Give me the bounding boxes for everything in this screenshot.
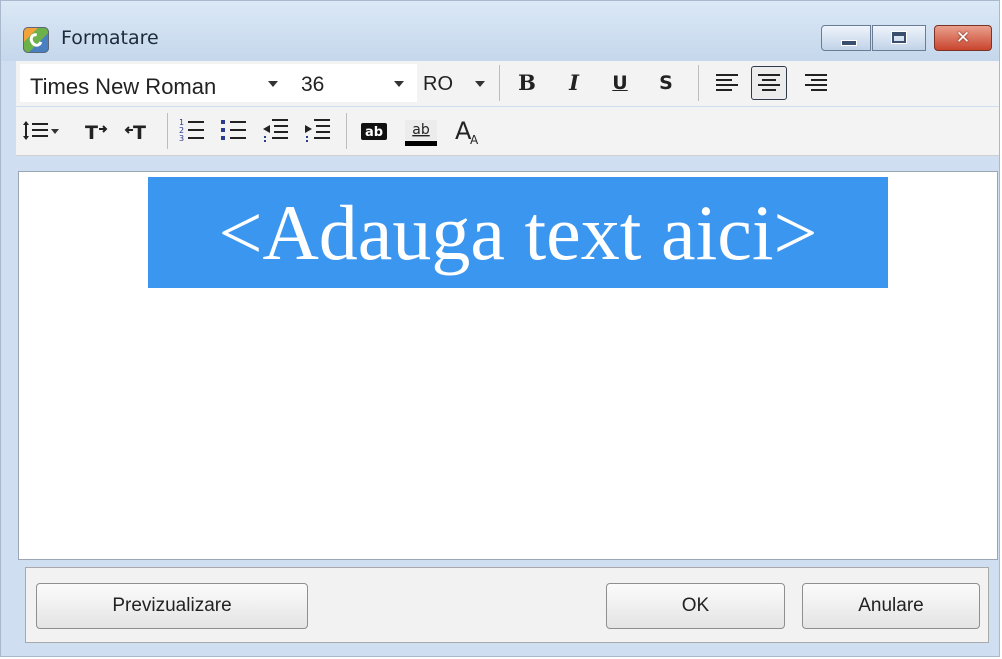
underline-button[interactable]: U (603, 67, 637, 99)
text-highlight-label: ab (412, 122, 430, 138)
text-highlight-icon: ab (405, 120, 437, 146)
align-right-icon (805, 74, 827, 91)
align-left-icon (716, 74, 738, 91)
toolbar-separator (346, 113, 347, 149)
selected-text[interactable]: <Adauga text aici> (148, 177, 888, 288)
increase-indent-button[interactable] (302, 114, 334, 148)
svg-text:T: T (85, 122, 98, 144)
minimize-icon (841, 40, 857, 46)
chevron-down-icon[interactable] (475, 81, 485, 87)
maximize-icon (891, 31, 907, 44)
subscript-button[interactable]: T (122, 114, 154, 148)
text-highlight-button[interactable]: ab (402, 114, 440, 148)
text-background-label: ab (365, 125, 383, 140)
chevron-down-icon[interactable] (394, 81, 404, 87)
text-background-icon: ab (361, 123, 387, 140)
ok-button[interactable]: OK (606, 583, 785, 629)
subscript-icon: T (124, 122, 146, 144)
language-value: RO (423, 73, 453, 95)
font-family-value: Times New Roman (30, 74, 217, 99)
preview-button[interactable]: Previzualizare (36, 583, 308, 629)
minimize-button[interactable] (821, 25, 871, 51)
text-editor[interactable]: <Adauga text aici> (18, 171, 998, 560)
title-bar[interactable]: Formatare ✕ (1, 1, 999, 61)
font-family-select[interactable]: Times New Roman (20, 64, 295, 102)
italic-button[interactable]: I (557, 67, 591, 99)
bulleted-list-icon (221, 120, 246, 140)
close-button[interactable]: ✕ (934, 25, 992, 51)
font-size-select[interactable]: 36 (291, 64, 417, 102)
button-bar: Previzualizare OK Anulare (25, 567, 989, 643)
formatting-dialog: Formatare ✕ Times New Roman 36 RO B I U … (0, 0, 1000, 657)
align-center-icon (758, 74, 780, 91)
increase-indent-icon (305, 119, 330, 144)
close-icon: ✕ (955, 28, 971, 48)
line-spacing-button[interactable] (20, 114, 62, 148)
font-size-icon: A A (455, 117, 479, 147)
align-right-button[interactable] (798, 66, 834, 100)
bold-button[interactable]: B (510, 67, 544, 99)
chevron-down-icon[interactable] (268, 81, 278, 87)
text-background-button[interactable]: ab (358, 114, 390, 148)
decrease-indent-button[interactable] (260, 114, 292, 148)
superscript-icon: T (85, 122, 108, 144)
strikethrough-button[interactable]: S (649, 67, 683, 99)
svg-text:3: 3 (179, 134, 184, 143)
svg-text:T: T (133, 122, 146, 144)
superscript-button[interactable]: T (80, 114, 112, 148)
toolbar-separator (499, 65, 500, 101)
cancel-button[interactable]: Anulare (802, 583, 980, 629)
decrease-indent-icon (263, 119, 288, 144)
numbered-list-icon: 123 (179, 118, 204, 143)
toolbar-separator (698, 65, 699, 101)
font-size-button[interactable]: A A (452, 114, 488, 148)
maximize-button[interactable] (872, 25, 926, 51)
app-icon (23, 27, 49, 53)
window-title: Formatare (61, 27, 159, 49)
line-spacing-icon (23, 121, 59, 140)
align-left-button[interactable] (709, 66, 745, 100)
toolbar-separator (167, 113, 168, 149)
formatting-toolbar: Times New Roman 36 RO B I U S (16, 61, 999, 106)
numbered-list-button[interactable]: 123 (176, 114, 208, 148)
language-select[interactable]: RO (417, 64, 502, 102)
font-size-value: 36 (301, 73, 325, 96)
paragraph-toolbar: T T 123 ab ab A A (16, 107, 999, 156)
font-size-label-small: A (470, 133, 479, 147)
align-center-button[interactable] (751, 66, 787, 100)
bulleted-list-button[interactable] (218, 114, 250, 148)
